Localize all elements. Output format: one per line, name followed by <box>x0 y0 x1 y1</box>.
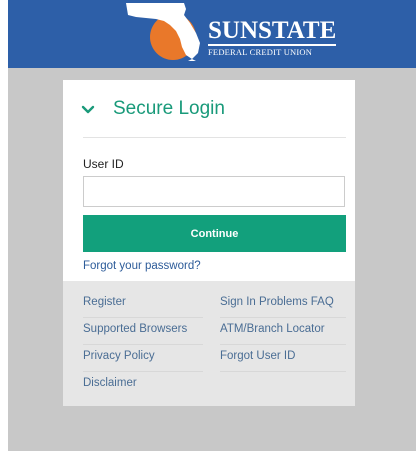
link-separator <box>83 371 203 372</box>
supported-browsers-link[interactable]: Supported Browsers <box>83 323 187 335</box>
login-title: Secure Login <box>113 98 225 119</box>
help-links-panel: Register Sign In Problems FAQ Supported … <box>63 281 355 406</box>
link-separator <box>220 317 346 318</box>
link-separator <box>83 344 203 345</box>
link-separator <box>220 371 346 372</box>
login-header[interactable]: Secure Login <box>81 98 225 120</box>
link-separator <box>83 317 203 318</box>
sunstate-logo[interactable]: SUNSTATE FEDERAL CREDIT UNION <box>126 3 337 61</box>
page: SUNSTATE FEDERAL CREDIT UNION Secure Log… <box>0 0 416 451</box>
link-separator <box>220 344 346 345</box>
user-id-label: User ID <box>83 157 124 171</box>
chevron-down-icon[interactable] <box>81 103 95 117</box>
forgot-user-id-link[interactable]: Forgot User ID <box>220 350 295 362</box>
atm-branch-locator-link[interactable]: ATM/Branch Locator <box>220 323 325 335</box>
logo-text: SUNSTATE FEDERAL CREDIT UNION <box>208 17 337 58</box>
disclaimer-link[interactable]: Disclaimer <box>83 377 137 389</box>
continue-button[interactable]: Continue <box>83 215 346 252</box>
user-id-input[interactable] <box>83 176 345 207</box>
login-card: Secure Login User ID Continue Forgot you… <box>63 80 355 406</box>
logo-subtitle: FEDERAL CREDIT UNION <box>208 47 313 57</box>
forgot-password-link[interactable]: Forgot your password? <box>83 260 201 272</box>
login-form: Secure Login User ID Continue Forgot you… <box>63 80 355 281</box>
sign-in-problems-faq-link[interactable]: Sign In Problems FAQ <box>220 296 334 308</box>
site-header: SUNSTATE FEDERAL CREDIT UNION <box>8 0 416 68</box>
logo-name: SUNSTATE <box>208 17 337 46</box>
register-link[interactable]: Register <box>83 296 126 308</box>
privacy-policy-link[interactable]: Privacy Policy <box>83 350 155 362</box>
title-divider <box>83 137 346 138</box>
